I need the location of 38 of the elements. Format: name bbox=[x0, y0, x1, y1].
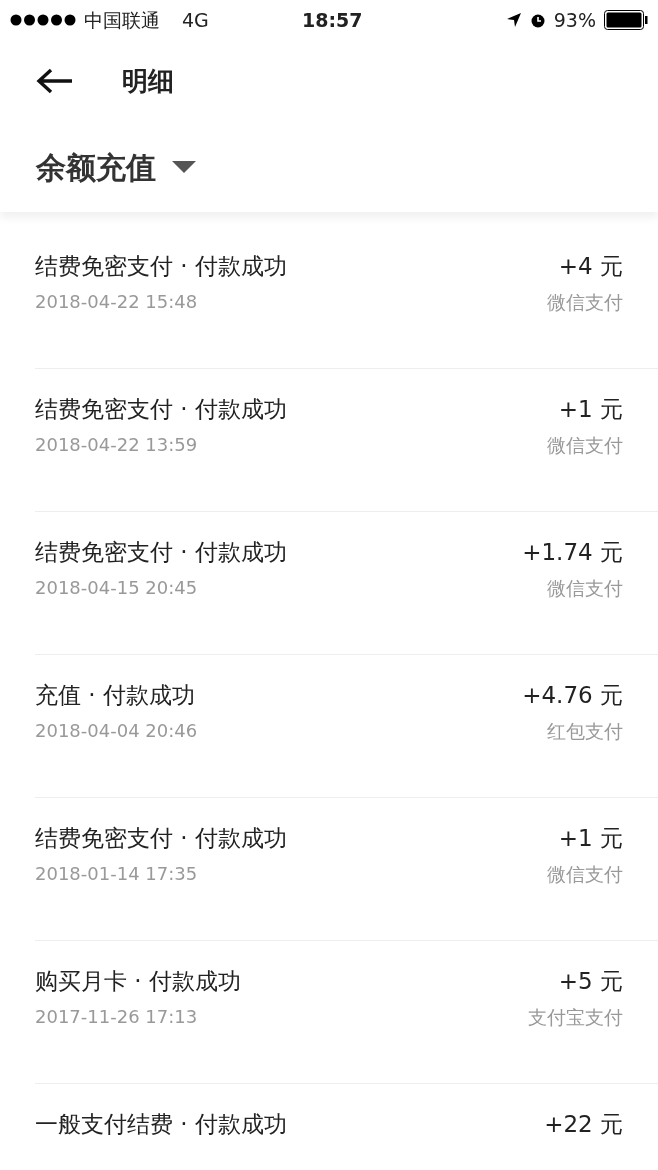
payment-method: 微信支付 bbox=[547, 862, 623, 886]
record-title: 充值 · 付款成功 bbox=[35, 681, 196, 709]
record-date: 2018-01-14 17:35 bbox=[35, 862, 199, 886]
payment-method: 支付宝支付 bbox=[528, 1005, 623, 1029]
record-amount: +22 元 bbox=[544, 1110, 623, 1138]
carrier-name: 中国联通 bbox=[84, 7, 160, 33]
record-amount: +1 元 bbox=[558, 824, 623, 852]
clock-time: 18:57 bbox=[302, 7, 363, 33]
record-amount: +1.74 元 bbox=[522, 538, 623, 566]
record-amount: +4.76 元 bbox=[522, 681, 623, 709]
signal-icon bbox=[10, 14, 76, 26]
page-title: 明细 bbox=[122, 64, 174, 98]
record-date: 2018-04-22 15:48 bbox=[35, 290, 199, 314]
record-title: 结费免密支付 · 付款成功 bbox=[35, 824, 287, 852]
payment-method: 微信支付 bbox=[547, 576, 623, 600]
location-arrow-icon bbox=[505, 12, 522, 28]
payment-method: 微信支付 bbox=[547, 290, 623, 314]
record-amount: +1 元 bbox=[558, 395, 623, 423]
filter-dropdown[interactable]: 余额充值 bbox=[36, 144, 196, 190]
record-title: 结费免密支付 · 付款成功 bbox=[35, 538, 287, 566]
record-date: 2018-04-04 20:46 bbox=[35, 719, 198, 743]
record-title: 结费免密支付 · 付款成功 bbox=[35, 395, 287, 423]
alarm-icon bbox=[529, 12, 546, 28]
battery-icon bbox=[604, 10, 648, 30]
back-arrow-icon[interactable] bbox=[36, 67, 74, 95]
caret-icon bbox=[172, 161, 196, 173]
network-type: 4G bbox=[182, 7, 209, 33]
record-date: 2018-04-15 20:45 bbox=[35, 576, 199, 600]
battery-percent: 93% bbox=[553, 7, 596, 33]
record-amount: +5 元 bbox=[558, 967, 623, 995]
record-date: 2018-04-22 13:59 bbox=[35, 433, 199, 457]
payment-method: 微信支付 bbox=[547, 433, 623, 457]
record-amount: +4 元 bbox=[558, 252, 623, 280]
record-title: 结费免密支付 · 付款成功 bbox=[35, 252, 287, 280]
record-date: 2017-11-26 17:13 bbox=[35, 1005, 199, 1029]
record-title: 购买月卡 · 付款成功 bbox=[35, 967, 241, 995]
record-title: 一般支付结费 · 付款成功 bbox=[35, 1110, 287, 1138]
payment-method: 红包支付 bbox=[547, 719, 623, 743]
